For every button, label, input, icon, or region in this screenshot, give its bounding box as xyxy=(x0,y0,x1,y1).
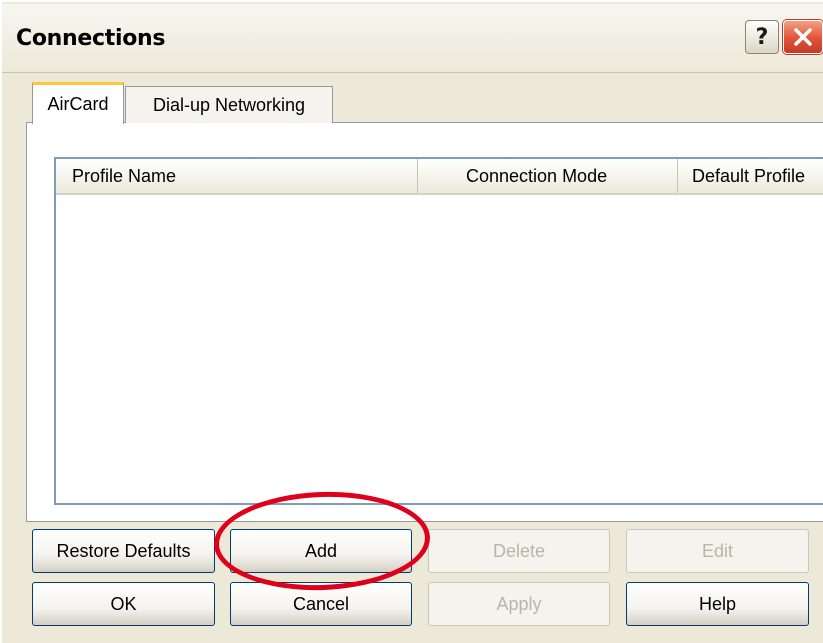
close-x-glyph xyxy=(794,28,812,46)
help-icon[interactable]: ? xyxy=(745,20,779,54)
delete-button[interactable]: Delete xyxy=(428,529,610,573)
add-button[interactable]: Add xyxy=(230,529,412,573)
edit-button[interactable]: Edit xyxy=(626,529,809,573)
column-header-profile-name[interactable]: Profile Name xyxy=(56,159,418,193)
tab-dialup-networking[interactable]: Dial-up Networking xyxy=(125,86,333,123)
title-bar[interactable]: Connections ? xyxy=(2,4,823,73)
ok-button[interactable]: OK xyxy=(32,582,215,626)
apply-button[interactable]: Apply xyxy=(428,582,610,626)
close-icon[interactable] xyxy=(783,20,823,54)
restore-defaults-button[interactable]: Restore Defaults xyxy=(32,529,215,573)
tab-aircard[interactable]: AirCard xyxy=(32,82,124,124)
window-title: Connections xyxy=(16,26,166,51)
help-button[interactable]: Help xyxy=(626,582,809,626)
list-header: Profile Name Connection Mode Default Pro… xyxy=(56,159,823,195)
connections-dialog: Connections ? AirCard Dial-up Networking… xyxy=(0,0,823,643)
column-header-default-profile[interactable]: Default Profile xyxy=(678,159,823,193)
column-header-connection-mode[interactable]: Connection Mode xyxy=(418,159,678,193)
cancel-button[interactable]: Cancel xyxy=(230,582,412,626)
profile-list[interactable]: Profile Name Connection Mode Default Pro… xyxy=(54,157,823,505)
